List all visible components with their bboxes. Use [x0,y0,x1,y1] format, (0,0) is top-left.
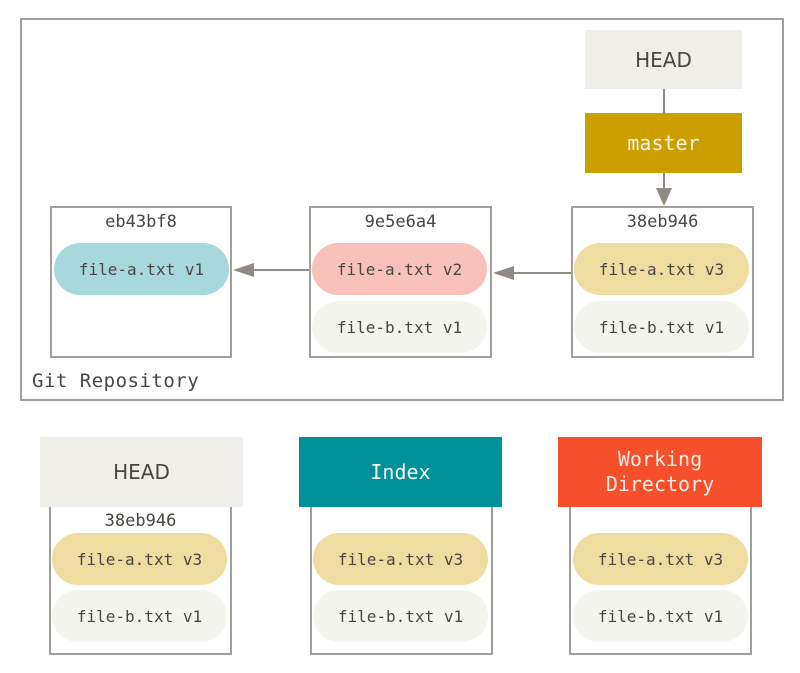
file-pill-a-v3: file-a.txt v3 [573,533,748,585]
parent-arrowhead-icon [493,266,514,280]
parent-arrowhead-icon [233,263,254,277]
working-directory-title-line1: Working [617,447,703,471]
index-tree-title: Index [299,437,502,507]
head-tree-hash: 38eb946 [104,511,177,531]
master-to-commit-arrowhead-icon [656,188,672,206]
head-tree-title: HEAD [40,437,243,507]
file-pill-b-v1: file-b.txt v1 [573,590,748,642]
working-directory-tree-title: Working Directory [558,437,762,507]
working-directory-title-line2: Directory [605,472,715,496]
file-pill-a-v3: file-a.txt v3 [313,533,488,585]
file-pill-b-v1: file-b.txt v1 [52,590,227,642]
file-pill-b-v1: file-b.txt v1 [313,590,488,642]
file-pill-a-v3: file-a.txt v3 [52,533,227,585]
